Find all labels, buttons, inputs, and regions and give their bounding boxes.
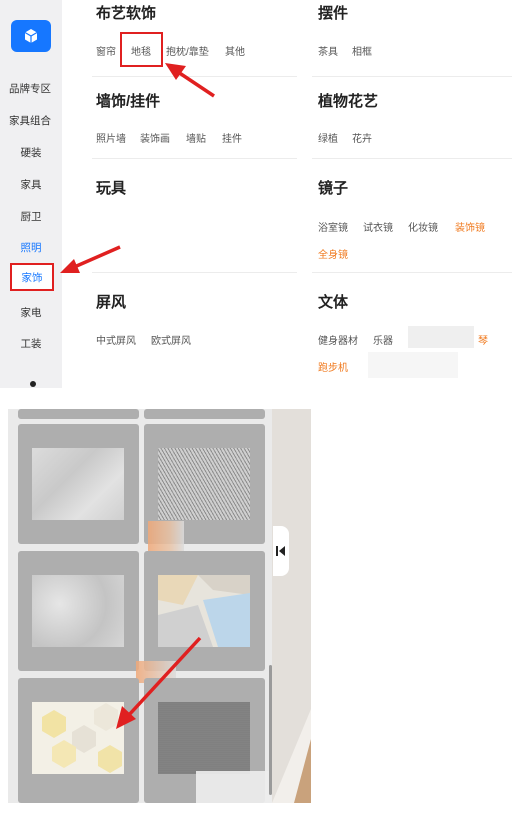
arrow-to-home-decor: [60, 245, 121, 273]
annotation-arrows: [60, 63, 215, 273]
annotation-arrows: [116, 636, 202, 729]
category-menu-screenshot: 品牌专区 家具组合 硬装 家具 厨卫 照明 家饰 家电 工装 布艺软饰 窗帘 地…: [0, 0, 521, 388]
arrow-to-hexagon-rug: [116, 636, 202, 729]
arrow-to-carpet: [165, 63, 215, 98]
texture-panel-screenshot: [0, 393, 521, 825]
